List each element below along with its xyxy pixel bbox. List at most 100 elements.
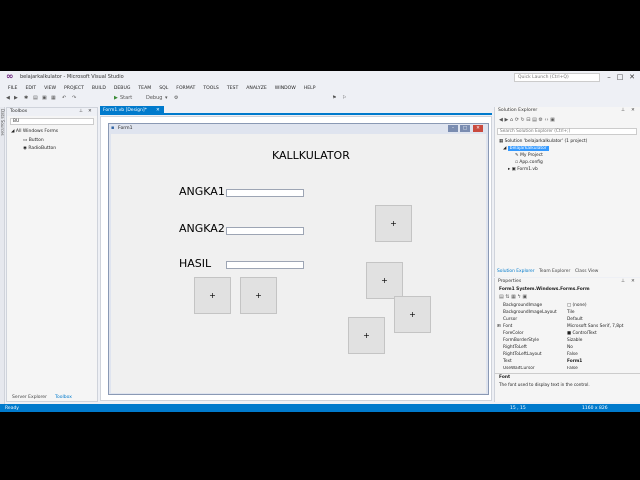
tree-item-app-config[interactable]: ▫ App.config	[515, 160, 543, 165]
property-row[interactable]: Cursor Default	[497, 317, 633, 324]
button-3[interactable]: +	[375, 205, 412, 242]
label-hasil[interactable]: HASIL	[179, 257, 211, 270]
pin-icon[interactable]: ⊥	[621, 108, 625, 113]
property-row[interactable]: RightToLeftLayout False	[497, 352, 633, 359]
label-angka1[interactable]: ANGKA1	[179, 185, 225, 198]
menu-window[interactable]: WINDOW	[271, 84, 300, 93]
menu-test[interactable]: TEST	[223, 84, 242, 93]
menu-build[interactable]: BUILD	[88, 84, 110, 93]
button-1[interactable]: +	[194, 277, 231, 314]
bookmark-icon[interactable]: ⚑	[332, 95, 336, 102]
tab-toolbox[interactable]: Toolbox	[55, 395, 72, 400]
view-code-icon[interactable]: ‹›	[544, 117, 548, 123]
menu-debug[interactable]: DEBUG	[110, 84, 135, 93]
label-kallkulator[interactable]: KALLKULATOR	[272, 149, 350, 162]
button-2[interactable]: +	[240, 277, 277, 314]
properties-icon[interactable]: ▦	[511, 294, 516, 300]
forward-icon[interactable]: ▶	[504, 117, 508, 123]
toolbox-group[interactable]: ◢ All Windows Forms	[11, 129, 58, 134]
pin-icon[interactable]: ⊥	[621, 279, 625, 284]
sync-icon[interactable]: ⟳	[515, 117, 519, 123]
pin-icon[interactable]: ⊥	[79, 109, 83, 114]
configuration-select[interactable]: Debug	[146, 95, 162, 102]
menu-project[interactable]: PROJECT	[60, 84, 88, 93]
button-6[interactable]: +	[348, 317, 385, 354]
maximize-window-icon[interactable]: □	[615, 72, 625, 82]
open-icon[interactable]: ▤	[33, 95, 38, 102]
save-all-icon[interactable]: ▦	[51, 95, 56, 102]
solution-explorer-search-input[interactable]: Search Solution Explorer (Ctrl+;)	[497, 128, 637, 135]
start-play-icon[interactable]: ▶	[114, 95, 118, 102]
tab-class-view[interactable]: Class View	[575, 269, 598, 274]
collapse-all-icon[interactable]: ⊟	[526, 117, 530, 123]
alphabetical-icon[interactable]: ⇅	[505, 294, 509, 300]
toolbar-tool-icon[interactable]: ⚙	[174, 95, 178, 102]
form1-window[interactable]: ▪ Form1 – □ ✕ KALLKULATOR ANGKA1 ANGKA2 …	[108, 123, 489, 395]
close-icon[interactable]: ✕	[631, 279, 635, 284]
property-row[interactable]: BackgroundImage □ (none)	[497, 303, 633, 310]
property-pages-icon[interactable]: ▣	[522, 294, 527, 300]
textbox-angka2[interactable]	[226, 227, 304, 235]
menu-format[interactable]: FORMAT	[172, 84, 199, 93]
minimize-window-icon[interactable]: –	[604, 72, 614, 82]
property-row[interactable]: ⊞ Font Microsoft Sans Serif, 7,8pt	[497, 324, 633, 331]
property-row[interactable]: UseWaitCursor False	[497, 366, 633, 371]
indent-icon[interactable]: ⚐	[342, 95, 346, 102]
data-sources-tab[interactable]: Data Sources	[0, 109, 5, 169]
tab-solution-explorer[interactable]: Solution Explorer	[497, 269, 535, 274]
menu-edit[interactable]: EDIT	[21, 84, 40, 93]
properties-icon[interactable]: ⚙	[538, 117, 542, 123]
tab-form1-design[interactable]: Form1.vb [Design]* ✕	[100, 106, 164, 115]
home-icon[interactable]: ⌂	[510, 117, 513, 123]
status-bar: Ready 15 , 15 1160 x 826	[0, 404, 640, 412]
close-window-icon[interactable]: ✕	[627, 72, 637, 82]
refresh-icon[interactable]: ↻	[520, 117, 524, 123]
expand-plus-icon[interactable]: ⊞	[497, 324, 501, 329]
property-row[interactable]: Text Form1	[497, 359, 633, 366]
menu-tools[interactable]: TOOLS	[199, 84, 223, 93]
events-icon[interactable]: ϟ	[517, 294, 520, 300]
tree-item-form1-vb[interactable]: ▸ ▣ Form1.vb	[508, 167, 538, 172]
property-row[interactable]: ForeColor ■ ControlText	[497, 331, 633, 338]
chevron-down-icon[interactable]: ▾	[165, 95, 168, 102]
close-icon[interactable]: ✕	[631, 108, 635, 113]
view-designer-icon[interactable]: ▣	[550, 117, 555, 123]
close-icon[interactable]: ✕	[88, 109, 92, 114]
new-project-icon[interactable]: ✱	[24, 95, 28, 102]
tree-item-my-project[interactable]: ✎ My Project	[515, 153, 543, 158]
menu-team[interactable]: TEAM	[134, 84, 155, 93]
properties-object-select[interactable]: Form1 System.Windows.Forms.Form	[499, 287, 590, 292]
categorized-icon[interactable]: ▤	[499, 294, 504, 300]
menu-view[interactable]: VIEW	[40, 84, 60, 93]
toolbox-search-input[interactable]: BU	[10, 118, 94, 125]
textbox-hasil[interactable]	[226, 261, 304, 269]
button-4[interactable]: +	[366, 262, 403, 299]
menu-help[interactable]: HELP	[300, 84, 320, 93]
property-row[interactable]: FormBorderStyle Sizable	[497, 338, 633, 345]
menu-sql[interactable]: SQL	[155, 84, 172, 93]
start-button[interactable]: Start	[120, 95, 132, 102]
config-file-icon: ▫	[515, 160, 518, 165]
show-all-files-icon[interactable]: ▤	[532, 117, 537, 123]
back-icon[interactable]: ◀	[6, 95, 10, 102]
toolbox-item-radiobutton[interactable]: ◉ RadioButton	[23, 146, 56, 151]
tab-team-explorer[interactable]: Team Explorer	[539, 269, 570, 274]
property-row[interactable]: RightToLeft No	[497, 345, 633, 352]
save-icon[interactable]: ▣	[42, 95, 47, 102]
tab-server-explorer[interactable]: Server Explorer	[12, 395, 47, 400]
property-row[interactable]: BackgroundImageLayout Tile	[497, 310, 633, 317]
toolbox-item-button[interactable]: ▭ Button	[23, 138, 44, 143]
close-tab-icon[interactable]: ✕	[156, 108, 160, 113]
quick-launch-input[interactable]: Quick Launch (Ctrl+Q)	[514, 73, 600, 82]
menu-analyze[interactable]: ANALYZE	[242, 84, 271, 93]
undo-icon[interactable]: ↶	[62, 95, 66, 102]
button-5[interactable]: +	[394, 296, 431, 333]
textbox-angka1[interactable]	[226, 189, 304, 197]
tree-item-solution[interactable]: ▦ Solution 'belajarkalkulator' (1 projec…	[499, 139, 587, 144]
menu-file[interactable]: FILE	[4, 84, 21, 93]
tree-item-project[interactable]: ◢ belajarkalkulator	[503, 146, 549, 151]
forward-icon[interactable]: ▶	[14, 95, 18, 102]
back-icon[interactable]: ◀	[499, 117, 503, 123]
label-angka2[interactable]: ANGKA2	[179, 222, 225, 235]
redo-icon[interactable]: ↷	[72, 95, 76, 102]
